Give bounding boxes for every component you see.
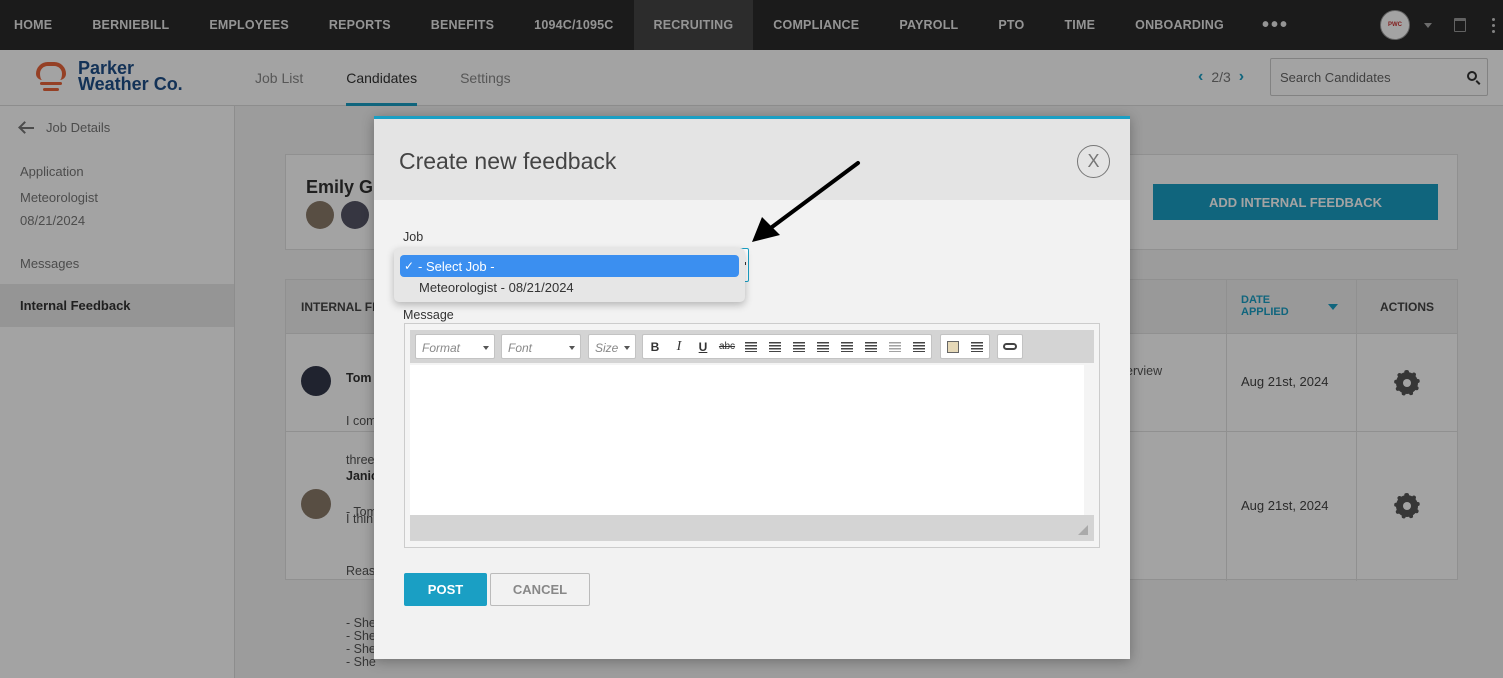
rich-text-editor: Format Font Size B I U abc — [404, 323, 1100, 548]
bulleted-list-icon[interactable] — [835, 335, 859, 358]
annotation-arrow-icon — [752, 161, 860, 242]
option-select-job[interactable]: ✓ - Select Job - — [400, 255, 739, 277]
paste-word-icon[interactable] — [941, 335, 965, 358]
job-dropdown-list: ✓ - Select Job - Meteorologist - 08/21/2… — [394, 248, 745, 302]
resize-handle-icon[interactable] — [1078, 525, 1088, 535]
check-icon: ✓ — [404, 259, 415, 273]
option-label: - Select Job - — [418, 258, 495, 274]
link-icon[interactable] — [998, 335, 1022, 358]
job-label: Job — [403, 230, 424, 244]
formatting-group: B I U abc — [642, 334, 932, 359]
strikethrough-icon[interactable]: abc — [715, 335, 739, 358]
underline-icon[interactable]: U — [691, 335, 715, 358]
close-button[interactable]: X — [1077, 145, 1110, 178]
post-button[interactable]: POST — [404, 573, 487, 606]
modal-title: Create new feedback — [399, 148, 617, 174]
insert-group — [940, 334, 990, 359]
editor-footer — [410, 515, 1094, 541]
align-left-icon[interactable] — [739, 335, 763, 358]
option-meteorologist[interactable]: Meteorologist - 08/21/2024 — [419, 280, 574, 295]
align-right-icon[interactable] — [787, 335, 811, 358]
cancel-button[interactable]: CANCEL — [490, 573, 590, 606]
font-select[interactable]: Font — [501, 334, 581, 359]
size-select[interactable]: Size — [588, 334, 636, 359]
align-justify-icon[interactable] — [811, 335, 835, 358]
italic-icon[interactable]: I — [667, 335, 691, 358]
align-center-icon[interactable] — [763, 335, 787, 358]
page-break-icon[interactable] — [965, 335, 989, 358]
format-select[interactable]: Format — [415, 334, 495, 359]
numbered-list-icon[interactable] — [859, 335, 883, 358]
editor-toolbar: Format Font Size B I U abc — [410, 330, 1094, 363]
message-label: Message — [403, 308, 454, 322]
outdent-icon[interactable] — [883, 335, 907, 358]
indent-icon[interactable] — [907, 335, 931, 358]
bold-icon[interactable]: B — [643, 335, 667, 358]
message-textarea[interactable] — [410, 365, 1084, 515]
link-group — [997, 334, 1023, 359]
